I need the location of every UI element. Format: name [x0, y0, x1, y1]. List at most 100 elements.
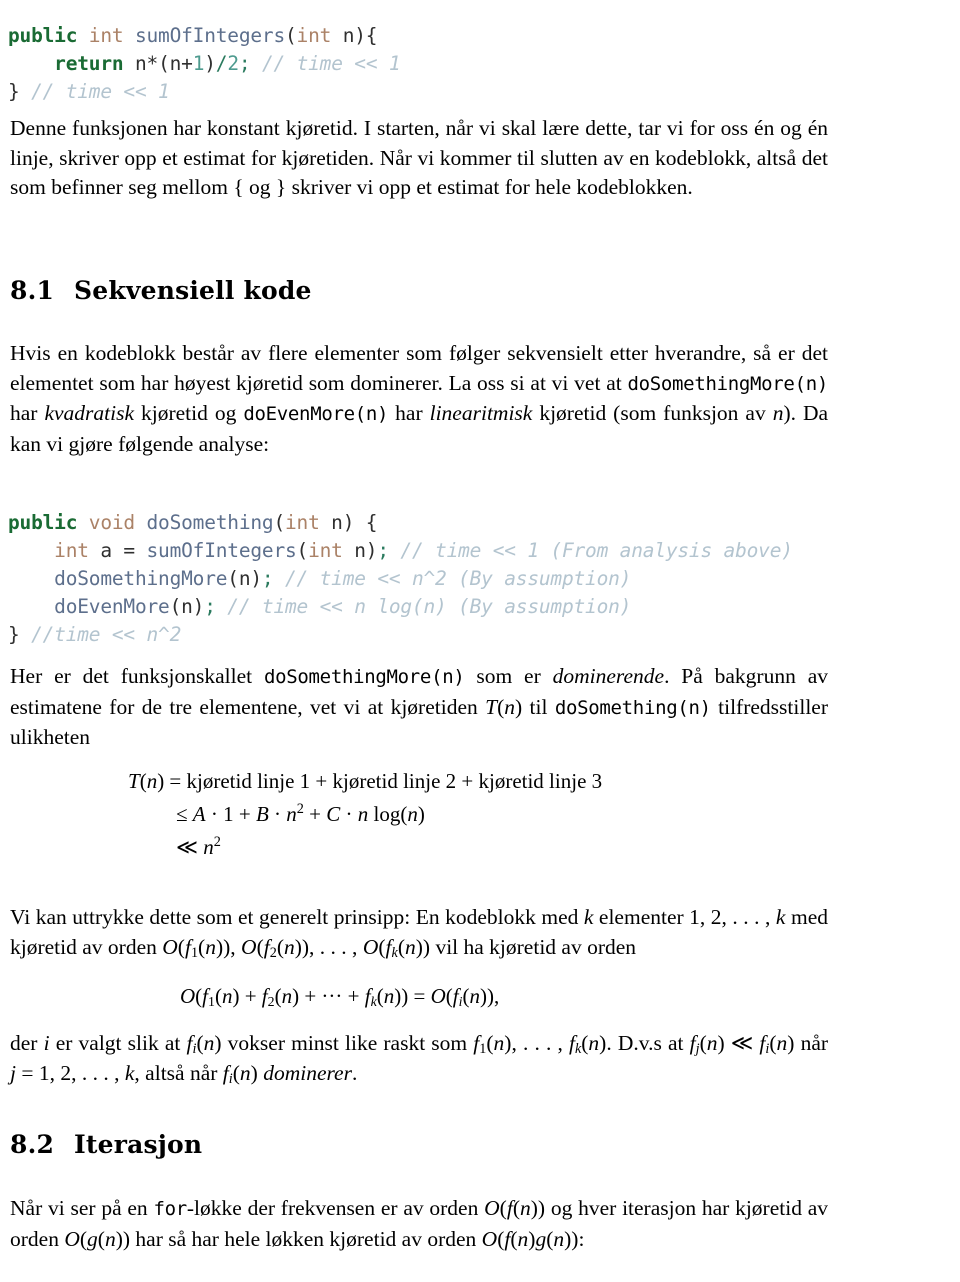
code-block-dosomething: public void doSomething(int n) { int a =… — [8, 509, 793, 649]
inline-code-doevenmore: doEvenMore(n) — [243, 403, 389, 425]
para-5-part-3: vokser minst like raskt som — [221, 1031, 474, 1055]
paragraph-iteration-intro: Når vi ser på en for-løkke der frekvense… — [10, 1196, 829, 1251]
code-token: sumOfIntegers — [146, 538, 297, 562]
para-1-text: Denne funksjonen har konstant kjøretid. … — [10, 116, 828, 199]
code-token: int — [285, 510, 320, 534]
code-token: (n) — [169, 594, 205, 618]
code-token: ; — [261, 566, 274, 590]
code-token: ){ — [354, 23, 378, 47]
para-6-part-5: : — [578, 1226, 585, 1251]
paragraph-sequential-blocks: Hvis en kodeblokk består av flere elemen… — [10, 339, 828, 459]
para-5-part-7: , altså når — [134, 1060, 223, 1085]
code-token: return — [54, 51, 124, 75]
para-5-part-6: når — [794, 1031, 829, 1055]
para-6-part-4: har så har hele løkken kjøretid av orden — [130, 1226, 482, 1251]
code-token: (n+ — [158, 51, 193, 75]
code-token: doSomethingMore — [54, 566, 228, 590]
inline-code-for: for — [153, 1198, 187, 1220]
code-token: doEvenMore — [54, 594, 170, 618]
code-token: int — [308, 538, 343, 562]
emphasis-dominerer: dominerer — [263, 1060, 352, 1085]
emphasis-dominerende: dominerende — [552, 664, 665, 688]
para-6-part-1: Når vi ser på en — [10, 1196, 154, 1220]
paragraph-general-principle: Vi kan uttrykke dette som et generelt pr… — [10, 905, 828, 961]
para-4-part-1: Vi kan uttrykke dette som et generelt pr… — [10, 905, 584, 929]
code-token: / — [215, 51, 228, 75]
emphasis-linearitmisk: linearitmisk — [429, 401, 533, 425]
para-5-part-9: . — [351, 1060, 358, 1085]
code-token: n — [134, 51, 147, 75]
code-block-sumofintegers: public int sumOfIntegers(int n){ return … — [8, 22, 401, 106]
code-token: sumOfIntegers — [134, 23, 285, 47]
section-heading-8-2: 8.2 Iterasjon — [10, 1130, 202, 1159]
code-token: a = — [88, 538, 147, 562]
code-token: //time << n^2 — [31, 622, 182, 646]
code-token: ; — [377, 538, 389, 562]
para-3-part-1: Her er det funksjonskallet — [10, 664, 264, 688]
equation-line-2: ≤ A · 1 + B · n2 + C · n log(n) — [176, 801, 425, 826]
code-token: 2 — [227, 51, 239, 75]
para-5-part-1: der — [10, 1031, 44, 1055]
code-token: ( — [296, 538, 309, 562]
code-token: 1 — [192, 51, 205, 75]
section-title-2: Iterasjon — [74, 1130, 203, 1159]
para-4-part-4: vil ha kjøretid av orden — [430, 934, 637, 959]
inline-code-dosomethingmore: doSomethingMore(n) — [627, 372, 828, 395]
code-token: public — [8, 510, 78, 534]
para-4-part-2: elementer — [593, 905, 690, 929]
code-token: n) { — [319, 510, 378, 534]
paragraph-index-choice: der i er valgt slik at fi(n) vokser mins… — [10, 1031, 829, 1087]
code-token: // time << 1 — [261, 51, 401, 75]
code-token: * — [146, 51, 159, 75]
emphasis-kvadratisk: kvadratisk — [44, 401, 135, 425]
section-title: Sekvensiell kode — [74, 276, 312, 305]
para-6-part-2: -løkke der frekvensen er av orden — [186, 1196, 485, 1220]
code-token: void — [88, 510, 135, 534]
paragraph-constant-runtime: Denne funksjonen har konstant kjøretid. … — [10, 114, 828, 203]
code-token: int — [88, 23, 124, 47]
code-token: ; — [238, 51, 251, 75]
code-token: ; — [204, 594, 216, 618]
code-token: // time << n^2 (By assumption) — [285, 566, 632, 590]
document-page: public int sumOfIntegers(int n){ return … — [0, 0, 960, 1282]
code-token: } — [8, 79, 20, 103]
inline-code-dosomething: doSomething(n) — [554, 696, 711, 719]
code-token: // time << n log(n) (By assumption) — [227, 594, 632, 618]
section-heading-8-1: 8.1 Sekvensiell kode — [10, 276, 312, 305]
equation-line-1: T(n) = kjøretid linje 1 + kjøretid linje… — [128, 769, 603, 793]
para-2-part-4: har — [388, 401, 430, 425]
code-token: ( — [285, 23, 297, 47]
para-3-part-2: som er — [464, 664, 553, 688]
code-token: (n) — [227, 566, 262, 590]
code-token: n — [342, 23, 355, 47]
para-5-part-2: er valgt slik at — [49, 1031, 187, 1055]
code-token: } — [8, 622, 20, 646]
equation-line-3: ≪ n2 — [176, 834, 221, 859]
para-5-part-4: . D.v.s at — [606, 1031, 690, 1055]
paragraph-dominating-call: Her er det funksjonskallet doSomethingMo… — [10, 664, 829, 749]
para-2-part-2: har — [10, 401, 45, 425]
code-token: // time << 1 — [31, 79, 170, 103]
code-token: ) — [204, 51, 216, 75]
code-token: int — [296, 23, 332, 47]
code-token: ( — [273, 510, 286, 534]
display-equation-big-o-sum: O(f1(n) + f2(n) + ··· + fk(n)) = O(fi(n)… — [180, 984, 500, 1010]
code-token: doSomething — [146, 510, 274, 534]
code-token: n) — [342, 538, 378, 562]
section-number-2: 8.2 — [10, 1130, 55, 1159]
